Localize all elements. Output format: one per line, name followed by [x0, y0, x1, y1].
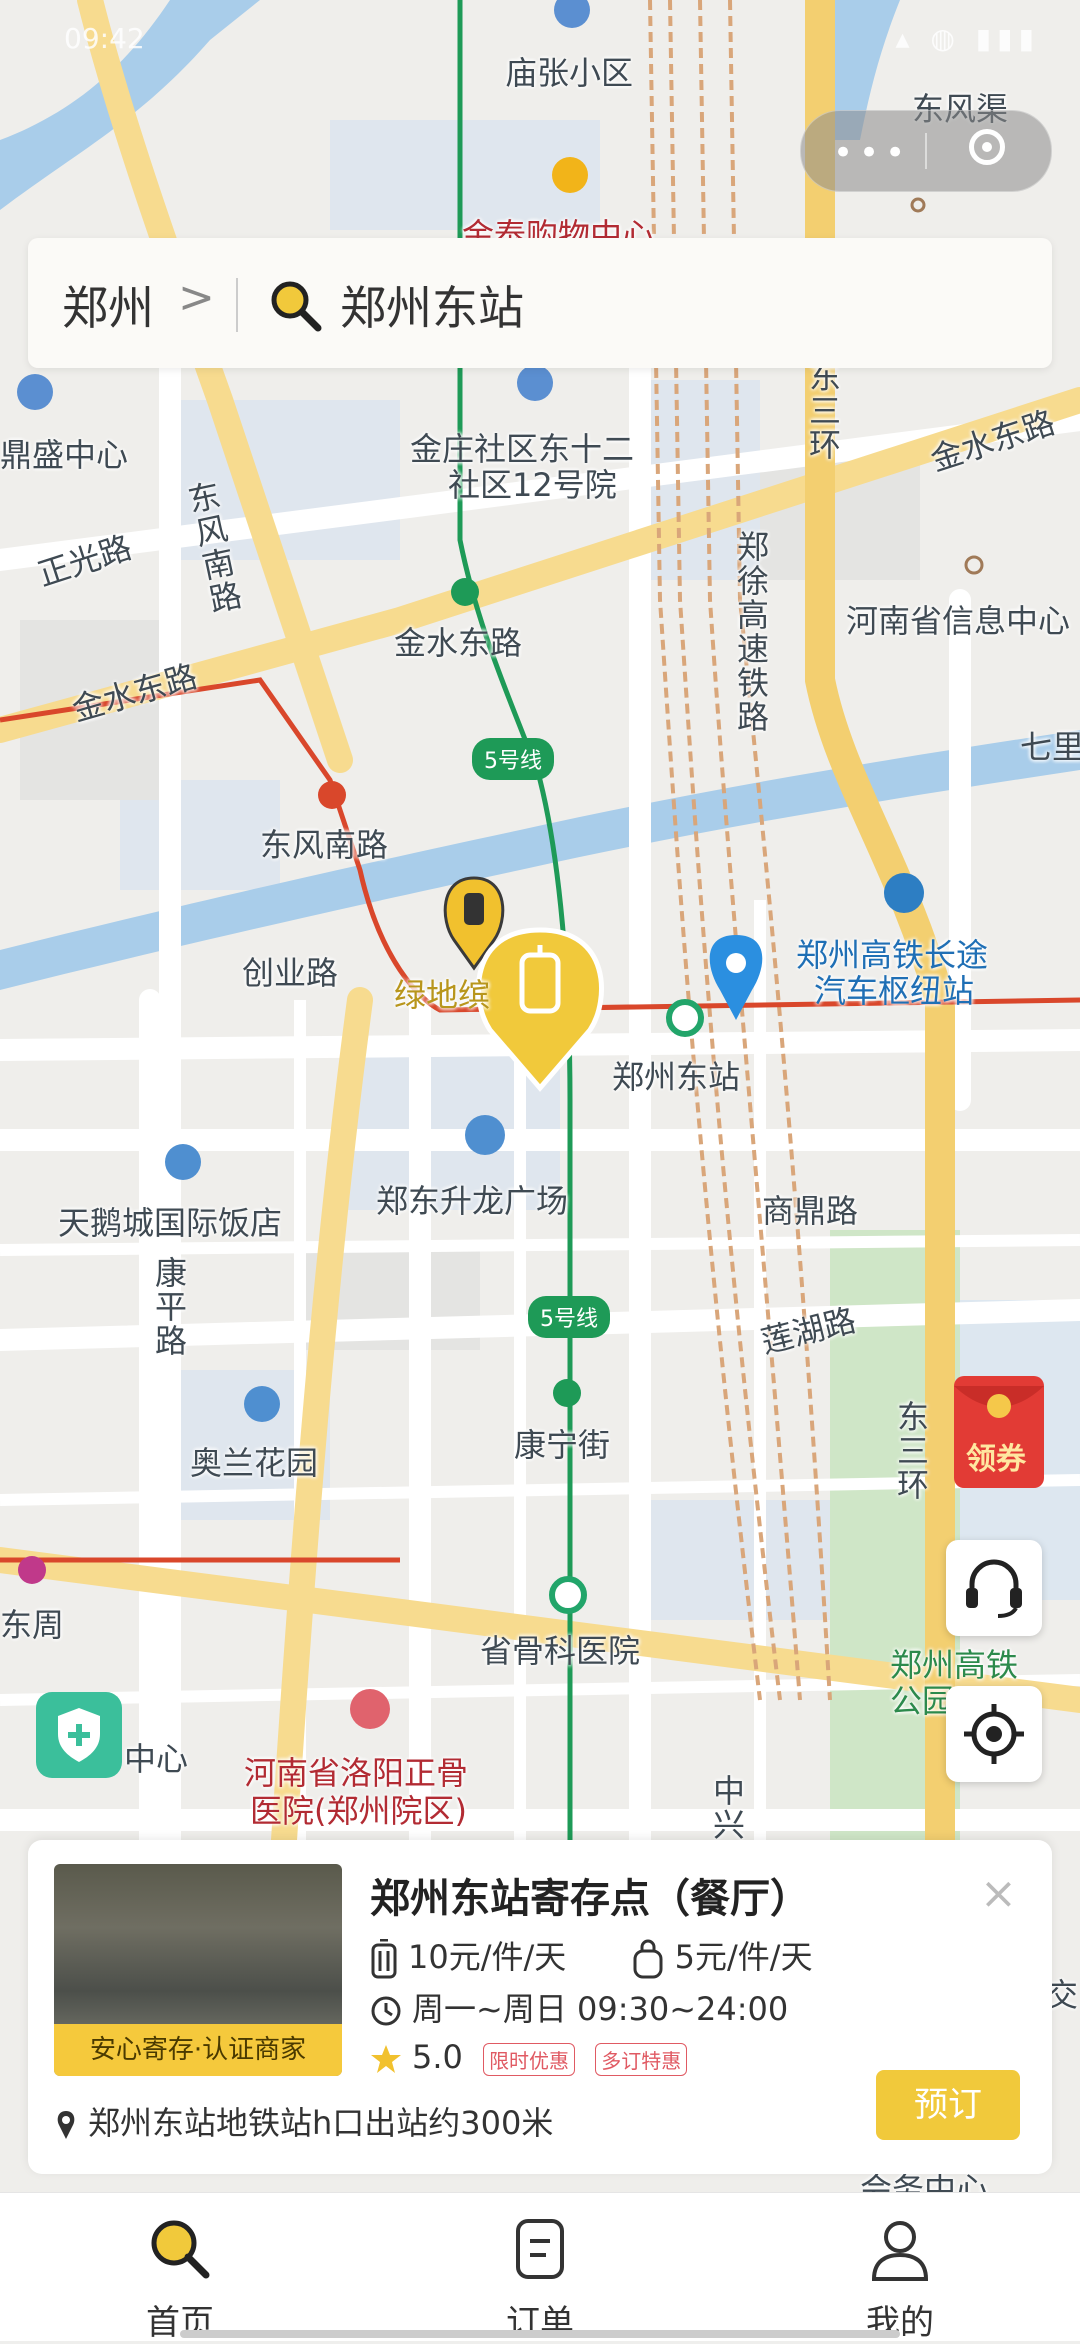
clock-icon [371, 1996, 401, 2026]
map-label: 东周 [0, 1606, 65, 1644]
map-label: 河南省信息中心 [846, 602, 1071, 640]
red-envelope-icon [954, 1376, 1044, 1488]
headset-icon [966, 1559, 1022, 1618]
map-label: 社区12号院 [448, 466, 617, 504]
search-divider [236, 278, 238, 332]
map-label: 公园 [890, 1682, 955, 1720]
more-icon[interactable]: ••• [833, 133, 911, 173]
map-label: 七里 [1020, 728, 1080, 766]
hours-row: 周一~周日 09:30~24:00 [370, 1984, 788, 2030]
close-miniprogram-icon[interactable] [969, 129, 1005, 165]
tab-home[interactable]: 首页 [80, 2213, 280, 2344]
city-selector[interactable]: 郑州 [62, 272, 154, 338]
search-input[interactable]: 郑州东站 [340, 272, 524, 338]
map-label: 郑徐高速铁路 [732, 530, 770, 734]
book-button[interactable]: 预订 [876, 2070, 1020, 2140]
price-row: 10元/件/天 5元/件/天 [370, 1932, 813, 1979]
map-label: 鼎盛中心 [0, 436, 129, 474]
miniprogram-capsule: ••• [800, 110, 1052, 192]
map-label: 东三环 [804, 360, 842, 462]
locate-button[interactable] [946, 1686, 1042, 1782]
status-icons: ▴ ◍ ▮▮▮ [895, 22, 1040, 55]
map-label: 天鹅城国际饭店 [58, 1204, 283, 1242]
map-label: 医院(郑州院区) [250, 1792, 467, 1830]
location-row: 郑州东站地铁站h口出站约300米 [54, 2098, 553, 2144]
tab-orders[interactable]: 订单 [440, 2213, 640, 2344]
home-indicator [180, 2330, 900, 2338]
star-icon [371, 2045, 401, 2073]
rating-value: 5.0 [412, 2038, 463, 2076]
price-large: 10元/件/天 [408, 1938, 567, 1976]
map-label: 东风南路 [260, 826, 389, 864]
map-label: 省骨科医院 [480, 1632, 641, 1670]
location-pin-icon [57, 2111, 75, 2139]
coupon-button[interactable]: 领券 [946, 1368, 1056, 1498]
small-bag-icon [633, 1939, 663, 1979]
close-icon[interactable]: × [980, 1868, 1017, 1919]
business-hours: 周一~周日 09:30~24:00 [412, 1990, 789, 2028]
orders-icon [516, 2219, 564, 2279]
chevron-right-icon: > [178, 272, 215, 323]
status-bar: 09:42 ▴ ◍ ▮▮▮ [0, 0, 1080, 80]
map-label: 奥兰花园 [190, 1444, 319, 1482]
map-label: 康宁街 [514, 1426, 611, 1464]
coupon-label: 领券 [966, 1442, 1026, 1477]
price-small: 5元/件/天 [674, 1938, 813, 1976]
map-label: 绿地缤 [394, 976, 491, 1014]
large-luggage-icon [371, 1938, 397, 1979]
user-icon [871, 2221, 929, 2281]
map-label: 创业路 [242, 954, 339, 992]
insurance-shield-button[interactable] [36, 1692, 122, 1778]
location-hint: 郑州东站地铁站h口出站约300米 [88, 2104, 554, 2142]
metro-line-tag: 5号线 [528, 1296, 610, 1338]
map-label: 中兴 [708, 1774, 746, 1842]
customer-service-button[interactable] [946, 1540, 1042, 1636]
map-label: 汽车枢纽站 [814, 972, 975, 1010]
tab-profile[interactable]: 我的 [800, 2213, 1000, 2344]
search-bar[interactable]: 郑州 > 郑州东站 [28, 238, 1052, 368]
storage-point-card[interactable]: 安心寄存·认证商家 郑州东站寄存点（餐厅） × 10元/件/天 5元/件/天 周… [28, 1840, 1052, 2174]
metro-line-tag: 5号线 [472, 738, 554, 780]
map-label: 东三环 [892, 1400, 930, 1502]
crosshair-icon [964, 1704, 1024, 1764]
search-icon [271, 281, 322, 332]
shield-plus-icon [58, 1708, 100, 1762]
map-label: 中心 [124, 1740, 189, 1778]
status-time: 09:42 [64, 22, 145, 55]
store-title: 郑州东站寄存点（餐厅） [370, 1876, 810, 1922]
promo-tag: 多订特惠 [595, 2042, 688, 2076]
map-label: 商鼎路 [762, 1192, 859, 1230]
map-label: 金水东路 [394, 624, 523, 662]
promo-tag: 限时优惠 [483, 2042, 576, 2076]
bottom-tab-bar: 首页 订单 我的 [0, 2192, 1080, 2344]
map-label: 郑州东站 [612, 1058, 741, 1096]
capsule-divider [925, 133, 927, 169]
search-home-icon [151, 2220, 210, 2279]
map-label: 郑东升龙广场 [376, 1182, 569, 1220]
store-photo: 安心寄存·认证商家 [54, 1864, 342, 2076]
certified-badge: 安心寄存·认证商家 [54, 2024, 342, 2076]
map-label: 康平路 [150, 1256, 188, 1358]
rating-row: 5.0 限时优惠 多订特惠 [370, 2038, 688, 2076]
